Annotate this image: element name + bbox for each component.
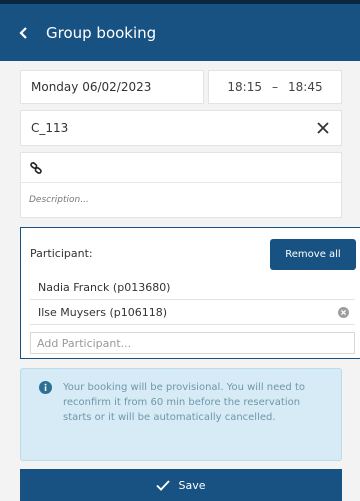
participant-name: Ilse Muysers (p106118) <box>38 305 168 319</box>
attach-link-row[interactable] <box>21 153 341 183</box>
app-header: Group booking <box>0 0 360 61</box>
participant-name: Nadia Franck (p013680) <box>38 280 171 294</box>
link-icon <box>30 161 42 174</box>
save-label: Save <box>178 478 206 492</box>
date-field[interactable]: Monday 06/02/2023 <box>20 70 204 104</box>
chevron-left-icon <box>19 26 27 39</box>
add-participant-input[interactable] <box>30 332 355 354</box>
room-value: C_113 <box>31 121 69 135</box>
start-time[interactable]: 18:15 <box>218 80 262 94</box>
info-icon <box>39 381 52 394</box>
close-icon <box>317 122 329 134</box>
participant-row: Nadia Franck (p013680) <box>30 275 355 300</box>
checkmark-icon <box>156 479 171 491</box>
time-separator: – <box>272 80 278 94</box>
close-circle-icon <box>338 306 349 318</box>
remove-all-button[interactable]: Remove all <box>270 239 356 270</box>
participant-list: Nadia Franck (p013680) Ilse Muysers (p10… <box>30 275 355 325</box>
provisional-notice: Your booking will be provisional. You wi… <box>20 368 342 461</box>
date-value: Monday 06/02/2023 <box>31 80 152 94</box>
participant-label: Participant: <box>30 247 93 260</box>
clear-room-button[interactable] <box>317 122 329 134</box>
remove-participant-button[interactable] <box>338 306 349 318</box>
room-field[interactable]: C_113 <box>20 110 342 146</box>
participant-row: Ilse Muysers (p106118) <box>30 300 355 325</box>
save-button[interactable]: Save <box>20 469 342 501</box>
page-title: Group booking <box>46 23 157 42</box>
notice-text: Your booking will be provisional. You wi… <box>63 382 305 423</box>
end-time[interactable]: 18:45 <box>288 80 332 94</box>
participant-card: Participant: Remove all Nadia Franck (p0… <box>20 227 360 359</box>
back-button[interactable] <box>12 21 36 45</box>
time-range-field[interactable]: 18:15 – 18:45 <box>208 70 342 104</box>
description-input[interactable] <box>21 183 341 217</box>
description-card <box>20 152 342 218</box>
